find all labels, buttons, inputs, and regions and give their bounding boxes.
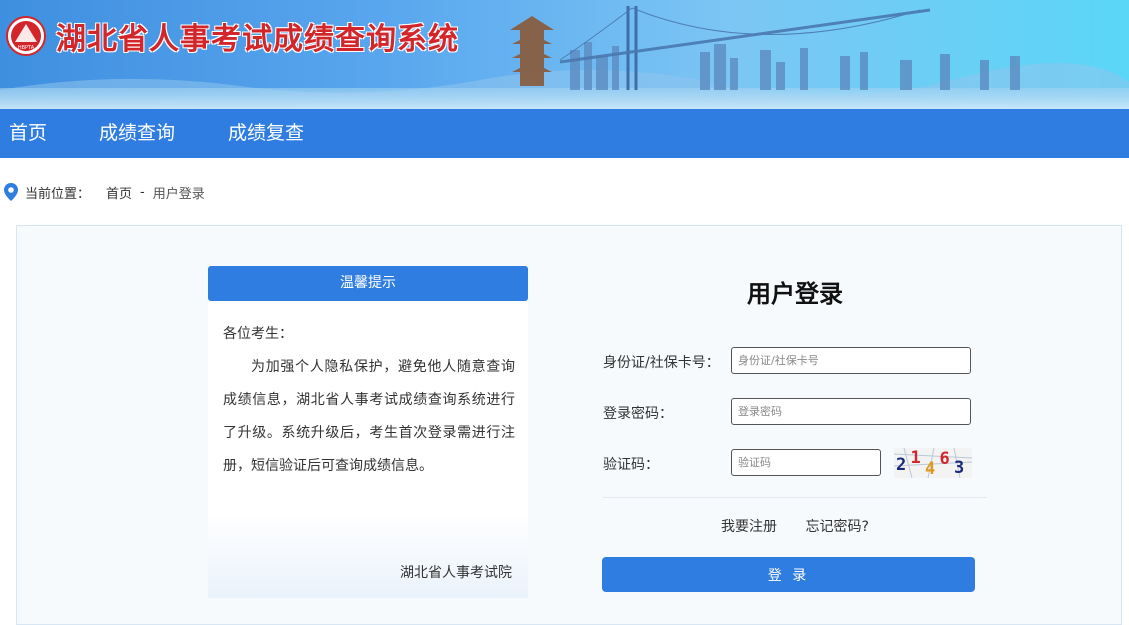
breadcrumb-home-link[interactable]: 首页	[106, 183, 132, 202]
breadcrumb-separator: -	[140, 184, 145, 200]
nav-item-score-query[interactable]: 成绩查询	[99, 109, 175, 158]
logo-text: HBPTA	[18, 45, 35, 51]
captcha-glyph: 1	[911, 448, 921, 468]
captcha-label: 验证码：	[603, 457, 659, 473]
captcha-input[interactable]	[731, 449, 881, 476]
register-link[interactable]: 我要注册	[721, 519, 777, 535]
main-panel: 温馨提示 各位考生： 为加强个人隐私保护，避免他人随意查询成绩信息，湖北省人事考…	[16, 225, 1122, 625]
location-pin-icon	[4, 183, 18, 201]
site-title: 湖北省人事考试成绩查询系统	[56, 22, 459, 57]
notice-body: 各位考生： 为加强个人隐私保护，避免他人随意查询成绩信息，湖北省人事考试成绩查询…	[208, 301, 528, 598]
password-label: 登录密码：	[603, 406, 673, 422]
id-label: 身份证/社保卡号：	[603, 355, 720, 371]
login-title: 用户登录	[747, 280, 843, 308]
breadcrumb-prefix: 当前位置：	[25, 186, 91, 202]
captcha-image[interactable]: 2 14 6 3	[894, 448, 972, 478]
header-banner: HBPTA 湖北省人事考试成绩查询系统	[0, 0, 1129, 109]
main-nav: 首页 成绩查询 成绩复查	[0, 109, 1129, 158]
form-divider	[603, 497, 987, 498]
notice-card: 温馨提示 各位考生： 为加强个人隐私保护，避免他人随意查询成绩信息，湖北省人事考…	[208, 266, 528, 598]
hbpta-logo-icon: HBPTA	[6, 16, 46, 56]
captcha-glyph: 3	[954, 458, 964, 478]
captcha-glyph: 4	[925, 459, 935, 478]
breadcrumb: 当前位置： 首页 - 用户登录	[4, 182, 205, 202]
notice-greeting: 各位考生：	[223, 326, 293, 342]
notice-text: 为加强个人隐私保护，避免他人随意查询成绩信息，湖北省人事考试成绩查询系统进行了升…	[223, 359, 515, 474]
login-button[interactable]: 登 录	[602, 557, 975, 592]
captcha-glyph: 6	[940, 449, 950, 469]
forgot-password-link[interactable]: 忘记密码?	[806, 519, 869, 535]
auth-links: 我要注册 忘记密码?	[603, 516, 987, 536]
password-input[interactable]	[731, 398, 971, 425]
breadcrumb-current: 用户登录	[152, 186, 205, 202]
nav-item-home[interactable]: 首页	[9, 109, 47, 158]
nav-item-score-review[interactable]: 成绩复查	[228, 109, 304, 158]
id-number-input[interactable]	[731, 347, 971, 374]
notice-signature: 湖北省人事考试院	[400, 565, 512, 581]
captcha-glyph: 2	[896, 455, 906, 475]
notice-title: 温馨提示	[208, 266, 528, 301]
